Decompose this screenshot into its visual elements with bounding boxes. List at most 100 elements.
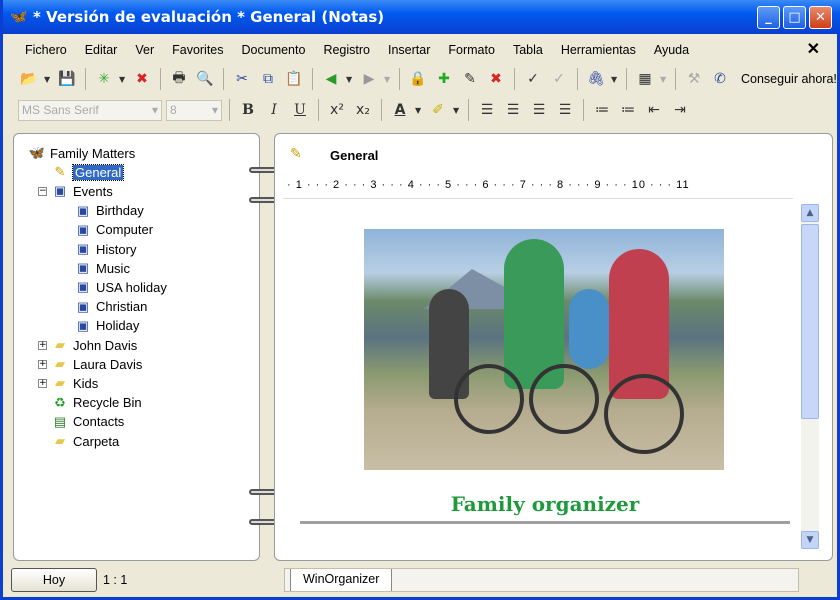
back-icon[interactable]: ◀: [320, 68, 342, 90]
tree-item[interactable]: ▣ Computer: [74, 221, 153, 239]
tree-item[interactable]: ▰ Carpeta: [51, 432, 119, 450]
remove-icon[interactable]: ✖: [485, 68, 507, 90]
bold-icon[interactable]: B: [237, 99, 259, 121]
tree-item-label: John Davis: [73, 337, 138, 353]
table-dropdown[interactable]: ▼: [660, 75, 668, 84]
print-preview-icon[interactable]: 🔍: [194, 68, 216, 90]
tree-item[interactable]: ▣ USA holiday: [74, 278, 167, 296]
maximize-button[interactable]: □: [783, 6, 806, 29]
font-name-select[interactable]: MS Sans Serif: [18, 99, 162, 121]
expand-toggle[interactable]: +: [38, 360, 47, 370]
separator: [583, 99, 584, 121]
menu-fichero[interactable]: Fichero: [16, 43, 76, 57]
tree-panel: 🦋 Family Matters ✎ General − ▣ Events ▣ Birthday…: [13, 133, 260, 561]
expand-toggle[interactable]: −: [38, 187, 47, 197]
delete-item-icon[interactable]: ✖: [131, 68, 153, 90]
close-document-icon[interactable]: ✕: [798, 39, 829, 59]
phone-icon[interactable]: ✆: [709, 68, 731, 90]
tree-item[interactable]: ▣ Christian: [74, 298, 147, 316]
highlight-icon[interactable]: ✐: [427, 99, 449, 121]
italic-icon[interactable]: I: [263, 99, 285, 121]
menu-insertar[interactable]: Insertar: [379, 43, 439, 57]
scroll-up-button[interactable]: ▲: [801, 204, 819, 222]
new-item-icon[interactable]: ✳: [93, 68, 115, 90]
expand-toggle[interactable]: +: [38, 341, 47, 350]
align-center-icon[interactable]: ☰: [502, 99, 524, 121]
scroll-thumb[interactable]: [801, 224, 819, 419]
menu-ver[interactable]: Ver: [126, 43, 163, 57]
forward-dropdown[interactable]: ▼: [384, 75, 392, 84]
tree-item[interactable]: ✎ General: [51, 163, 125, 181]
close-button[interactable]: ✕: [809, 6, 832, 29]
tree-item[interactable]: ▣ Events: [51, 182, 113, 200]
tree-item[interactable]: ▰ Laura Davis: [51, 355, 142, 373]
tree-item-label: Carpeta: [73, 433, 120, 449]
align-right-icon[interactable]: ☰: [528, 99, 550, 121]
calendar-icon: ▣: [53, 183, 67, 199]
ruler-ticks: · 1 · · · 2 · · · 3 · · · 4 · · · 5 · · …: [287, 179, 690, 191]
minimize-button[interactable]: _: [757, 6, 780, 29]
bullet-list-icon[interactable]: ≔: [591, 99, 613, 121]
folder-icon: ▰: [55, 375, 65, 391]
menu-herramientas[interactable]: Herramientas: [552, 43, 645, 57]
tree-item[interactable]: ▤ Contacts: [51, 413, 124, 431]
lock-icon[interactable]: 🔒: [407, 68, 429, 90]
tree-item-label: Holiday: [96, 318, 140, 334]
back-dropdown[interactable]: ▼: [346, 75, 354, 84]
tree-item[interactable]: ▰ John Davis: [51, 336, 137, 354]
open-icon[interactable]: 📂: [18, 68, 40, 90]
recycle-bin-icon: ♻: [54, 394, 66, 410]
scroll-down-button[interactable]: ▼: [801, 531, 819, 549]
decrease-indent-icon[interactable]: ⇤: [643, 99, 665, 121]
paste-icon[interactable]: 📋: [283, 68, 305, 90]
numbered-list-icon[interactable]: ≔: [617, 99, 639, 121]
subscript-icon[interactable]: x₂: [352, 99, 374, 121]
font-size-select[interactable]: 8: [166, 99, 222, 121]
edit-icon[interactable]: ✎: [459, 68, 481, 90]
open-dropdown[interactable]: ▼: [44, 75, 52, 84]
tools-icon[interactable]: ⚒: [683, 68, 705, 90]
menu-editar[interactable]: Editar: [76, 43, 127, 57]
ruler[interactable]: · 1 · · · 2 · · · 3 · · · 4 · · · 5 · · …: [287, 176, 807, 194]
menu-favorites[interactable]: Favorites: [163, 43, 232, 57]
tree-item[interactable]: ♻ Recycle Bin: [51, 394, 141, 412]
underline-icon[interactable]: U: [289, 99, 311, 121]
tree-item[interactable]: 🦋 Family Matters: [28, 144, 135, 162]
separator: [160, 68, 161, 90]
table-icon[interactable]: ▦: [634, 68, 656, 90]
menu-ayuda[interactable]: Ayuda: [645, 43, 698, 57]
menu-registro[interactable]: Registro: [314, 43, 379, 57]
attach-icon[interactable]: 🖇: [585, 68, 607, 90]
tree-item[interactable]: ▣ Music: [74, 259, 130, 277]
family-photo: [364, 229, 724, 470]
tab-winorganizer[interactable]: WinOrganizer: [290, 569, 393, 591]
tree-item[interactable]: ▣ History: [74, 240, 137, 258]
forward-icon[interactable]: ▶: [358, 68, 380, 90]
cut-icon[interactable]: ✂: [231, 68, 253, 90]
font-color-dropdown[interactable]: ▼: [415, 106, 423, 115]
vertical-scrollbar[interactable]: ▲ ▼: [801, 204, 819, 549]
menu-tabla[interactable]: Tabla: [504, 43, 552, 57]
attach-dropdown[interactable]: ▼: [611, 75, 619, 84]
menu-documento[interactable]: Documento: [233, 43, 315, 57]
increase-indent-icon[interactable]: ⇥: [669, 99, 691, 121]
today-button[interactable]: Hoy: [11, 568, 97, 592]
check-icon[interactable]: ✓: [522, 68, 544, 90]
expand-toggle[interactable]: +: [38, 379, 47, 389]
new-dropdown[interactable]: ▼: [119, 75, 127, 84]
tree-item[interactable]: ▣ Holiday: [74, 317, 140, 335]
align-left-icon[interactable]: ☰: [476, 99, 498, 121]
get-now-link[interactable]: Conseguir ahora!: [741, 72, 837, 86]
tree-item[interactable]: ▣ Birthday: [74, 202, 144, 220]
highlight-dropdown[interactable]: ▼: [453, 106, 461, 115]
add-icon[interactable]: ✚: [433, 68, 455, 90]
menu-formato[interactable]: Formato: [439, 43, 504, 57]
superscript-icon[interactable]: x²: [326, 99, 348, 121]
print-icon[interactable]: 🖶: [168, 68, 190, 90]
font-color-icon[interactable]: A: [389, 99, 411, 121]
save-icon[interactable]: 💾: [56, 68, 78, 90]
justify-icon[interactable]: ☰: [554, 99, 576, 121]
tree-item[interactable]: ▰ Kids: [51, 374, 98, 392]
check-all-icon[interactable]: ✓: [548, 68, 570, 90]
copy-icon[interactable]: ⧉: [257, 68, 279, 90]
